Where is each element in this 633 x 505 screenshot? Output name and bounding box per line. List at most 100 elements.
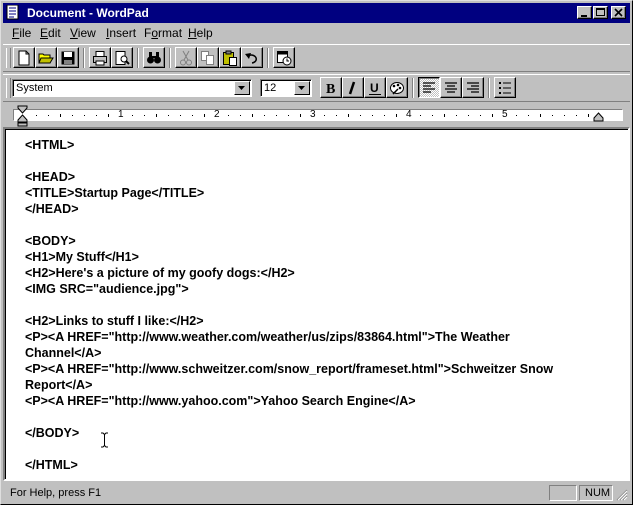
undo-icon xyxy=(245,53,257,64)
maximize-icon xyxy=(596,8,605,16)
print-button[interactable] xyxy=(89,47,111,68)
align-left-button[interactable] xyxy=(418,77,440,98)
insert-datetime-button[interactable] xyxy=(273,47,295,68)
print-preview-button[interactable] xyxy=(111,47,133,68)
resize-grip-icon[interactable] xyxy=(616,489,628,501)
font-size-value: 12 xyxy=(264,82,277,94)
bullet-list-icon xyxy=(499,82,511,94)
document-line: <HEAD> xyxy=(25,170,76,184)
document-line: <H1>My Stuff</H1> xyxy=(25,250,139,264)
ruler-number: 2 xyxy=(214,109,220,120)
right-indent-marker[interactable] xyxy=(593,105,605,127)
minimize-icon xyxy=(581,15,587,17)
print-preview-icon xyxy=(115,51,130,65)
menu-help-accel: H xyxy=(188,26,197,40)
menu-view[interactable]: View xyxy=(70,26,96,40)
undo-button[interactable] xyxy=(241,47,263,68)
document-line: <P><A HREF="http://www.weather.com/weath… xyxy=(25,330,510,344)
title-bar[interactable]: Document - WordPad xyxy=(3,3,630,23)
font-dropdown-button[interactable] xyxy=(234,81,250,95)
align-right-icon xyxy=(467,82,479,93)
format-toolbar: System 12 B U xyxy=(3,74,630,102)
dropdown-arrow-icon xyxy=(238,86,245,90)
align-left-icon xyxy=(423,82,435,93)
toolbar-grip[interactable] xyxy=(6,48,11,68)
menu-bar: File Edit View Insert Format Help xyxy=(3,23,630,43)
first-line-indent-marker[interactable] xyxy=(17,105,29,127)
document-line: </HTML> xyxy=(25,458,78,472)
wordpad-app-icon[interactable] xyxy=(6,5,20,20)
color-palette-icon xyxy=(390,82,404,95)
menu-format[interactable]: Format xyxy=(144,26,182,40)
menu-view-accel: V xyxy=(70,26,78,40)
window-title: Document - WordPad xyxy=(27,6,149,20)
bold-button[interactable]: B xyxy=(320,77,342,98)
dropdown-arrow-icon xyxy=(298,86,305,90)
ruler-band: 1 2 3 4 5 xyxy=(13,109,623,121)
document-line: <BODY> xyxy=(25,234,76,248)
menu-help-label: elp xyxy=(196,26,213,40)
document-line: <P><A HREF="http://www.yahoo.com">Yahoo … xyxy=(25,394,416,408)
font-size-dropdown-button[interactable] xyxy=(294,81,310,95)
scissors-icon xyxy=(180,50,192,66)
underline-button[interactable]: U xyxy=(364,77,386,98)
ruler[interactable]: 1 2 3 4 5 xyxy=(3,105,630,127)
bold-icon: B xyxy=(326,82,335,96)
close-icon xyxy=(614,8,623,17)
menu-file-label: ile xyxy=(19,26,32,40)
new-document-icon xyxy=(18,50,30,66)
menu-format-label: rmat xyxy=(158,26,183,40)
new-button[interactable] xyxy=(13,47,35,68)
align-right-button[interactable] xyxy=(462,77,484,98)
close-button[interactable] xyxy=(611,6,626,19)
minimize-button[interactable] xyxy=(577,6,592,19)
menu-edit-accel: E xyxy=(40,26,49,40)
menu-help[interactable]: Help xyxy=(188,26,213,40)
format-toolbar-grip[interactable] xyxy=(6,78,11,98)
standard-toolbar xyxy=(3,44,630,72)
font-name-combo[interactable]: System xyxy=(12,79,252,97)
save-button[interactable] xyxy=(57,47,79,68)
cut-button[interactable] xyxy=(175,47,197,68)
italic-button[interactable] xyxy=(342,77,364,98)
bullets-button[interactable] xyxy=(494,77,516,98)
align-center-button[interactable] xyxy=(440,77,462,98)
copy-icon xyxy=(201,51,214,65)
copy-button[interactable] xyxy=(197,47,219,68)
status-help-text: For Help, press F1 xyxy=(10,487,102,499)
open-button[interactable] xyxy=(35,47,57,68)
ruler-number: 5 xyxy=(502,109,508,120)
menu-file[interactable]: File xyxy=(12,26,31,40)
toolbar-separator xyxy=(267,48,269,68)
date-time-icon xyxy=(277,51,292,66)
color-button[interactable] xyxy=(386,77,408,98)
paste-button[interactable] xyxy=(219,47,241,68)
svg-text:B: B xyxy=(326,82,335,96)
document-text[interactable]: <HTML> <HEAD> <TITLE>Startup Page</TITLE>… xyxy=(25,137,553,473)
menu-edit[interactable]: Edit xyxy=(40,26,61,40)
font-size-combo[interactable]: 12 xyxy=(260,79,312,97)
document-area[interactable]: <HTML> <HEAD> <TITLE>Startup Page</TITLE>… xyxy=(3,127,630,481)
italic-icon xyxy=(348,81,356,95)
ruler-ticks xyxy=(36,114,589,117)
menu-insert[interactable]: Insert xyxy=(106,26,136,40)
text-cursor-icon xyxy=(101,432,108,448)
toolbar-separator xyxy=(169,48,171,68)
menu-insert-label: nsert xyxy=(109,26,137,40)
status-pane-caps xyxy=(549,485,577,501)
document-line: <P><A HREF="http://www.schweitzer.com/sn… xyxy=(25,362,554,376)
menu-view-label: iew xyxy=(77,26,96,40)
svg-text:U: U xyxy=(370,81,379,95)
find-button[interactable] xyxy=(143,47,165,68)
menu-edit-label: dit xyxy=(48,26,61,40)
toolbar-separator xyxy=(412,78,414,98)
align-center-icon xyxy=(445,82,457,93)
ruler-number: 3 xyxy=(310,109,316,120)
maximize-button[interactable] xyxy=(593,6,608,19)
printer-icon xyxy=(93,51,107,66)
num-lock-indicator: NUM xyxy=(585,487,611,499)
clipboard-paste-icon xyxy=(223,50,237,66)
